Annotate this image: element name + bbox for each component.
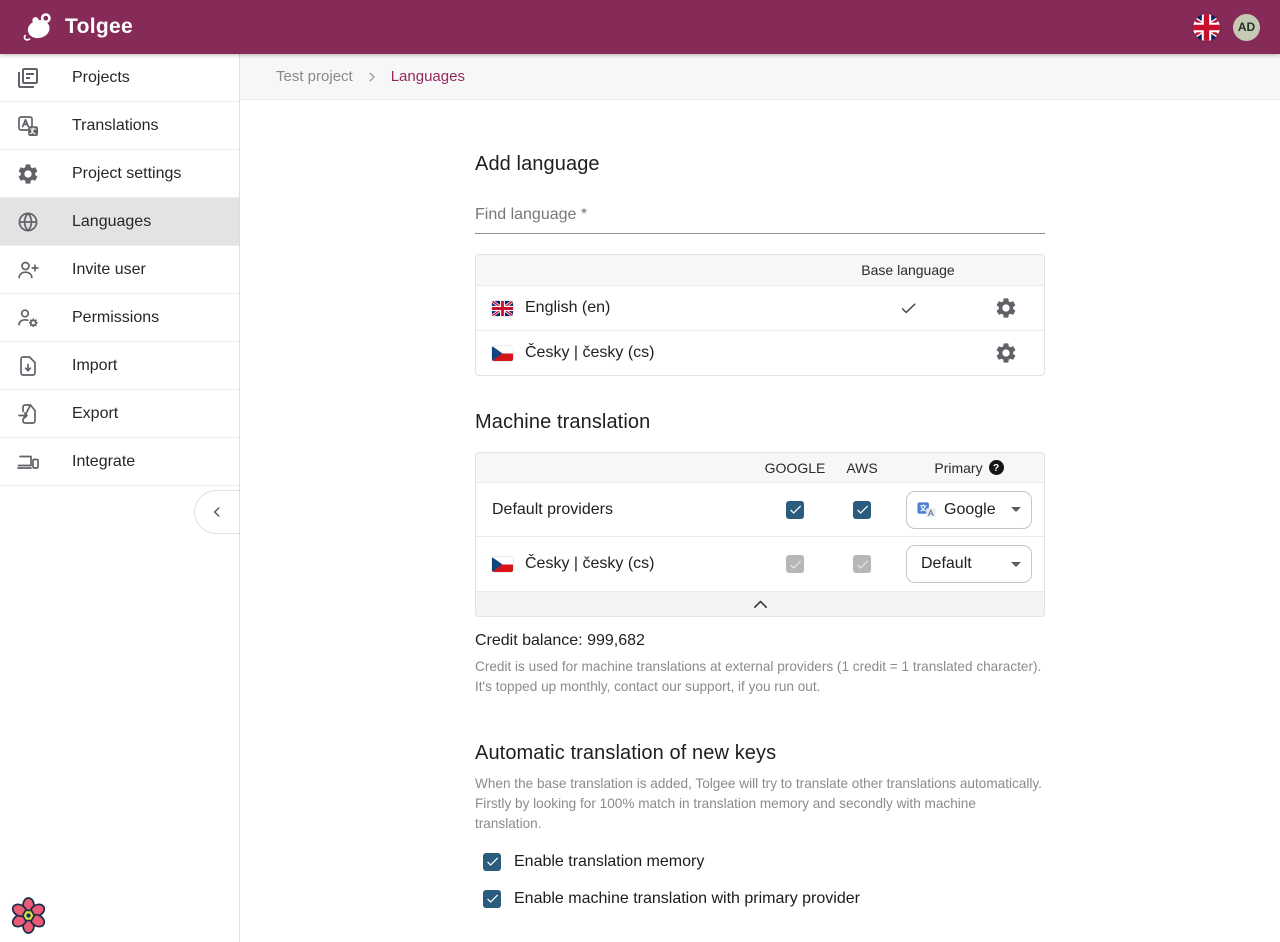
app-bar: Tolgee AD: [0, 0, 1280, 54]
gear-icon: [994, 296, 1018, 320]
google-checkbox-disabled: [786, 555, 804, 573]
primary-provider-select[interactable]: Google: [906, 491, 1032, 529]
permissions-icon: [16, 306, 40, 330]
base-language-check-icon: [899, 299, 918, 318]
google-checkbox[interactable]: [786, 501, 804, 519]
breadcrumb-project-link[interactable]: Test project: [276, 68, 353, 85]
primary-column-header: Primary: [934, 460, 982, 476]
sidebar-item-permissions[interactable]: Permissions: [0, 294, 239, 342]
auto-translation-description: When the base translation is added, Tolg…: [475, 774, 1045, 834]
sidebar-item-export[interactable]: Export: [0, 390, 239, 438]
mt-row-default-providers: Default providers: [476, 482, 1044, 536]
machine-translation-table-header: GOOGLE AWS Primary ?: [476, 453, 1044, 482]
google-column-header: GOOGLE: [760, 460, 830, 476]
option-label: Enable machine translation with primary …: [514, 890, 860, 908]
auto-translation-section: Automatic translation of new keys When t…: [475, 742, 1045, 908]
ui-language-flag-icon[interactable]: [1193, 14, 1220, 41]
machine-translation-table: GOOGLE AWS Primary ? Default providers: [475, 452, 1045, 617]
find-language-input[interactable]: [475, 203, 1045, 234]
option-label: Enable translation memory: [514, 853, 704, 871]
credit-balance: Credit balance: 999,682: [475, 632, 1045, 650]
sidebar-item-label: Import: [72, 357, 117, 375]
languages-icon: [16, 210, 40, 234]
sidebar-item-project-settings[interactable]: Project settings: [0, 150, 239, 198]
breadcrumb-current-page[interactable]: Languages: [391, 68, 465, 85]
language-row-czech: Česky | česky (cs): [476, 330, 1044, 375]
app-title[interactable]: Tolgee: [65, 15, 133, 39]
chevron-right-icon: [365, 70, 379, 84]
sidebar-item-label: Translations: [72, 117, 159, 135]
base-language-column-header: Base language: [848, 262, 968, 278]
export-icon: [16, 402, 40, 426]
help-icon[interactable]: ?: [989, 460, 1004, 475]
aws-column-header: AWS: [830, 460, 894, 476]
primary-provider-select[interactable]: Default: [906, 545, 1032, 583]
sidebar-item-translations[interactable]: Translations: [0, 102, 239, 150]
languages-table: Base language English (en): [475, 254, 1045, 376]
mt-row-label: Default providers: [476, 501, 760, 519]
aws-checkbox[interactable]: [853, 501, 871, 519]
sidebar-item-label: Project settings: [72, 165, 181, 183]
option-machine-translation: Enable machine translation with primary …: [483, 890, 1045, 908]
mt-row-label: Česky | česky (cs): [525, 555, 655, 573]
react-devtools-icon: [9, 896, 48, 935]
dropdown-arrow-icon: [1011, 507, 1021, 512]
language-name: Česky | česky (cs): [525, 344, 655, 362]
translation-memory-checkbox[interactable]: [483, 853, 501, 871]
dropdown-arrow-icon: [1011, 562, 1021, 567]
sidebar-collapse-button[interactable]: [194, 490, 239, 534]
import-icon: [16, 354, 40, 378]
main-content: Add language Base language: [240, 100, 1280, 942]
sidebar-item-label: Languages: [72, 213, 151, 231]
primary-provider-value: Default: [917, 555, 1003, 573]
languages-table-header: Base language: [476, 255, 1044, 285]
credit-description: Credit is used for machine translations …: [475, 657, 1045, 697]
sidebar-item-label: Permissions: [72, 309, 159, 327]
language-name: English (en): [525, 299, 610, 317]
machine-translation-title: Machine translation: [475, 411, 1045, 434]
machine-translation-checkbox[interactable]: [483, 890, 501, 908]
add-language-title: Add language: [475, 153, 1045, 176]
collapse-table-button[interactable]: [476, 591, 1044, 616]
sidebar-item-integrate[interactable]: Integrate: [0, 438, 239, 486]
chevron-up-icon: [753, 599, 768, 609]
sidebar-item-label: Export: [72, 405, 118, 423]
auto-translation-title: Automatic translation of new keys: [475, 742, 1045, 765]
projects-icon: [16, 66, 40, 90]
integrate-icon: [16, 450, 40, 474]
translations-icon: [16, 114, 40, 138]
language-settings-button[interactable]: [989, 291, 1023, 325]
option-translation-memory: Enable translation memory: [483, 853, 1045, 871]
mt-row-czech: Česky | česky (cs) Default: [476, 536, 1044, 591]
find-language-field: [475, 203, 1045, 234]
language-settings-button[interactable]: [989, 336, 1023, 370]
primary-provider-value: Google: [944, 501, 1003, 519]
sidebar: Projects Translations Project settings L…: [0, 54, 240, 942]
google-translate-icon: [917, 500, 936, 519]
credit-balance-value: 999,682: [587, 632, 645, 649]
gear-icon: [994, 341, 1018, 365]
settings-icon: [16, 162, 40, 186]
uk-flag-icon: [492, 301, 513, 316]
tolgee-logo-icon[interactable]: [20, 9, 56, 45]
sidebar-item-label: Invite user: [72, 261, 146, 279]
sidebar-item-projects[interactable]: Projects: [0, 54, 239, 102]
credit-balance-label: Credit balance:: [475, 632, 583, 649]
invite-user-icon: [16, 258, 40, 282]
chevron-left-icon: [209, 504, 225, 520]
sidebar-item-label: Projects: [72, 69, 130, 87]
czech-flag-icon: [492, 557, 513, 572]
language-row-english: English (en): [476, 285, 1044, 330]
sidebar-item-label: Integrate: [72, 453, 135, 471]
app-bar-right: AD: [1193, 14, 1260, 41]
sidebar-item-import[interactable]: Import: [0, 342, 239, 390]
czech-flag-icon: [492, 346, 513, 361]
sidebar-item-invite-user[interactable]: Invite user: [0, 246, 239, 294]
aws-checkbox-disabled: [853, 555, 871, 573]
breadcrumb: Test project Languages: [240, 54, 1280, 100]
sidebar-item-languages[interactable]: Languages: [0, 198, 239, 246]
user-avatar[interactable]: AD: [1233, 14, 1260, 41]
